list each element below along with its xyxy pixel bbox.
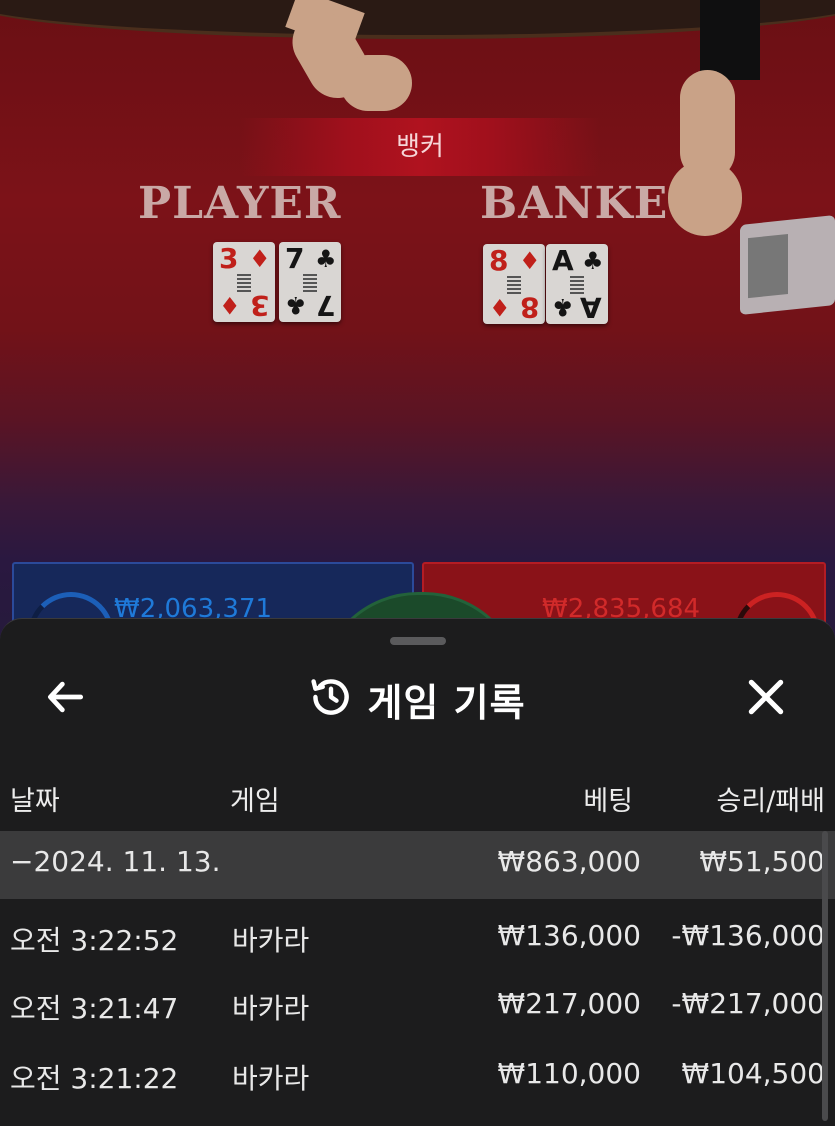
dealer-sleeve-right <box>700 0 760 80</box>
player-label: PLAYER <box>138 178 342 229</box>
row-win-loss: -₩136,000 <box>671 919 825 952</box>
group-date: −2024. 11. 13. <box>10 845 221 878</box>
arrow-left-icon <box>44 675 88 723</box>
card-rank: 8 <box>519 291 539 324</box>
back-button[interactable] <box>36 669 96 729</box>
column-header-win-loss: 승리/패배 <box>716 786 825 817</box>
card-rank: A <box>580 291 602 324</box>
banker-label: BANKE <box>480 178 669 229</box>
card-suit: ♣ <box>285 291 307 319</box>
row-game: 바카라 <box>232 1062 310 1095</box>
card-rank: 8 <box>489 244 509 277</box>
game-history-sheet: 게임 기록 날짜 게임 베팅 승리/패배 −2024. 11. 13. ₩863… <box>0 618 835 1126</box>
card-suit: ♦ <box>489 293 511 321</box>
history-icon <box>309 675 353 723</box>
group-win-loss-total: ₩51,500 <box>699 845 825 878</box>
card-rank: A <box>552 244 574 277</box>
card-center-mark <box>237 272 251 292</box>
card-suit: ♦ <box>519 247 541 275</box>
card-suit: ♣ <box>582 247 604 275</box>
card-shoe <box>740 215 835 315</box>
playing-card: 7 ♣ ♣ 7 <box>279 242 341 322</box>
playing-card: 3 ♦ ♦ 3 <box>213 242 275 322</box>
row-time: 오전 3:21:22 <box>10 1062 179 1095</box>
row-win-loss: -₩217,000 <box>671 987 825 1020</box>
row-bet: ₩217,000 <box>497 987 641 1020</box>
row-win-loss: ₩104,500 <box>681 1057 825 1090</box>
column-header-bet: 베팅 <box>583 786 633 817</box>
close-button[interactable] <box>736 669 796 729</box>
table-row[interactable]: 오전 3:21:47 바카라 ₩217,000 -₩217,000 <box>0 973 835 1039</box>
column-header-game: 게임 <box>230 786 280 817</box>
card-suit: ♦ <box>219 291 241 319</box>
dealer-fist-left <box>340 55 412 111</box>
row-bet: ₩136,000 <box>497 919 641 952</box>
sheet-header: 게임 기록 <box>0 669 835 729</box>
dealer-fist-right <box>668 160 742 236</box>
card-center-mark <box>303 272 317 292</box>
row-bet: ₩110,000 <box>497 1057 641 1090</box>
result-banner: 뱅커 <box>240 118 600 176</box>
card-rank: 3 <box>219 242 239 275</box>
card-suit: ♣ <box>552 293 574 321</box>
table-row[interactable]: 오전 3:22:52 바카라 ₩136,000 -₩136,000 <box>0 905 835 971</box>
close-icon <box>744 675 788 723</box>
sheet-title: 게임 기록 <box>367 680 526 725</box>
group-bet-total: ₩863,000 <box>497 845 641 878</box>
live-table-video: 뱅커 PLAYER BANKE 3 ♦ ♦ 3 7 ♣ ♣ 7 8 ♦ ♦ 8 A ♣ ♣ A ₩2,063… <box>0 0 835 640</box>
card-center-mark <box>507 274 521 294</box>
sheet-drag-handle[interactable] <box>390 637 446 645</box>
playing-card: 8 ♦ ♦ 8 <box>483 244 545 324</box>
card-rank: 7 <box>315 289 335 322</box>
column-header-date: 날짜 <box>10 786 60 817</box>
row-game: 바카라 <box>232 992 310 1025</box>
card-suit: ♦ <box>249 245 271 273</box>
list-scrollbar[interactable] <box>822 831 828 1121</box>
card-rank: 3 <box>249 289 269 322</box>
date-group-row[interactable]: −2024. 11. 13. ₩863,000 ₩51,500 <box>0 831 835 899</box>
row-game: 바카라 <box>232 924 310 957</box>
card-suit: ♣ <box>315 245 337 273</box>
table-row[interactable]: 오전 3:21:22 바카라 ₩110,000 ₩104,500 <box>0 1043 835 1109</box>
row-time: 오전 3:21:47 <box>10 992 179 1025</box>
playing-card: A ♣ ♣ A <box>546 244 608 324</box>
row-time: 오전 3:22:52 <box>10 924 179 957</box>
card-rank: 7 <box>285 242 305 275</box>
